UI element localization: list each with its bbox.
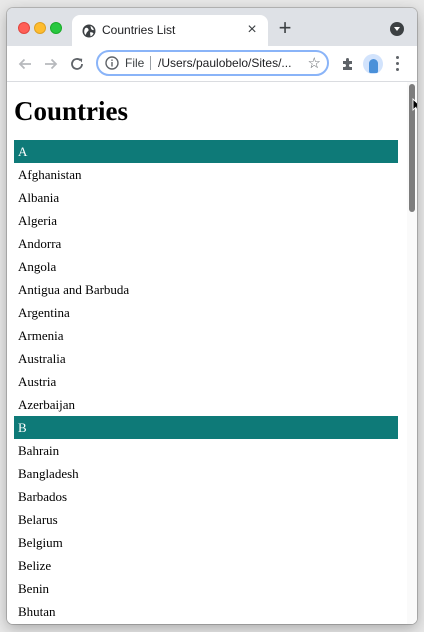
new-tab-button[interactable]: + [275, 17, 295, 39]
tab-strip: Countries List × + [7, 8, 417, 46]
list-item: Angola [18, 259, 57, 274]
letter-header-b: B [14, 416, 398, 439]
list-item: Barbados [18, 489, 68, 504]
puzzle-icon[interactable] [340, 56, 356, 72]
list-item: Belgium [18, 535, 63, 550]
list-item: Argentina [18, 305, 70, 320]
list-item: Andorra [18, 236, 62, 251]
browser-toolbar: File /Users/paulobelo/Sites/... ☆ [7, 46, 417, 82]
list-item: Afghanistan [18, 167, 82, 182]
tab-title: Countries List [102, 23, 176, 37]
browser-window: Countries List × + File /Users/paulobelo… [7, 8, 417, 624]
more-vert-icon[interactable] [395, 56, 401, 72]
back-arrow-icon[interactable] [17, 56, 33, 72]
list-item: Antigua and Barbuda [18, 282, 130, 297]
tab-search-icon[interactable] [390, 22, 404, 36]
list-item: Belize [18, 558, 52, 573]
reload-icon[interactable] [69, 56, 85, 72]
scrollbar[interactable] [407, 82, 417, 624]
maximize-window-button[interactable] [50, 22, 62, 34]
tab-countries-list[interactable]: Countries List × [72, 15, 268, 46]
info-icon[interactable] [104, 55, 120, 71]
list-item: Bangladesh [18, 466, 79, 481]
list-item: Algeria [18, 213, 57, 228]
mouse-cursor-icon [412, 98, 417, 112]
page-viewport: Countries A Afghanistan Albania Algeria … [7, 82, 417, 624]
letter-header-a: A [14, 140, 398, 163]
page-title: Countries [14, 96, 128, 126]
list-item: Austria [18, 374, 57, 389]
list-item: Armenia [18, 328, 64, 343]
address-bar[interactable]: File /Users/paulobelo/Sites/... ☆ [96, 50, 329, 76]
tab-close-button[interactable]: × [242, 20, 262, 40]
minimize-window-button[interactable] [34, 22, 46, 34]
countries-list: A Afghanistan Albania Algeria Andorra An… [14, 140, 398, 623]
list-item: Bhutan [18, 604, 56, 619]
address-url[interactable]: /Users/paulobelo/Sites/... [158, 56, 298, 70]
globe-icon [82, 24, 96, 38]
list-item: Australia [18, 351, 66, 366]
list-item: Bahrain [18, 443, 60, 458]
address-separator [150, 56, 151, 70]
forward-arrow-icon[interactable] [43, 56, 59, 72]
list-item: Benin [18, 581, 50, 596]
avatar[interactable] [363, 54, 383, 74]
list-item: Albania [18, 190, 60, 205]
close-window-button[interactable] [18, 22, 30, 34]
list-item: Azerbaijan [18, 397, 76, 412]
address-scheme: File [125, 56, 145, 70]
list-item: Belarus [18, 512, 58, 527]
star-icon[interactable]: ☆ [308, 54, 321, 72]
